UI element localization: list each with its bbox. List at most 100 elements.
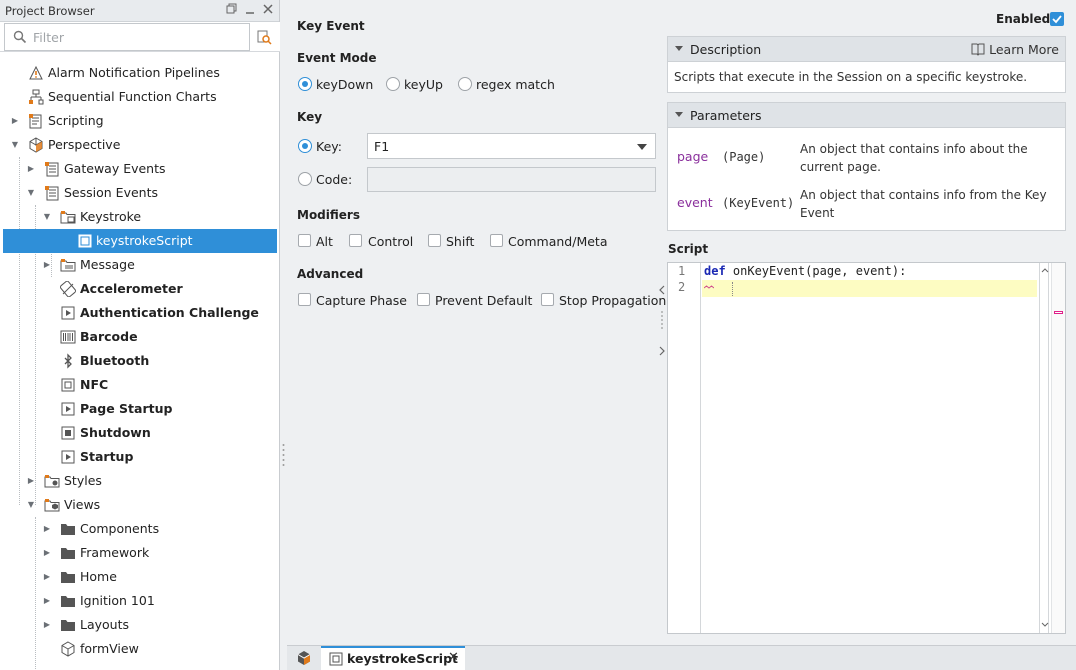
alt-checkbox[interactable] [298,234,311,247]
shift-checkbox[interactable] [428,234,441,247]
tab-keystrokescript[interactable]: keystrokeScript ✕ [321,646,465,670]
tree-item-label: Styles [64,473,102,488]
expand-icon[interactable]: ▶ [41,253,53,277]
book-icon[interactable] [971,42,985,59]
advanced-label: Advanced [297,267,364,281]
stop-propagation-checkbox[interactable] [541,293,554,306]
error-strip[interactable] [1051,263,1065,633]
capture-phase-checkbox[interactable] [298,293,311,306]
prevent-default-label[interactable]: Prevent Default [435,293,532,308]
tree-item-page-startup[interactable]: Page Startup [0,397,278,421]
command-meta-checkbox[interactable] [490,234,503,247]
learn-more-link[interactable]: Learn More [989,42,1059,57]
filter-field[interactable] [4,23,250,51]
tree-item-layouts[interactable]: ▶ Layouts [0,613,278,637]
expand-icon[interactable]: ▶ [41,565,53,589]
code-input[interactable] [367,167,656,192]
close-tab-icon[interactable]: ✕ [448,650,459,665]
tree-item-session-events[interactable]: ▼ Session Events [0,181,278,205]
key-radio-label[interactable]: Key: [316,139,342,154]
expand-icon[interactable]: ▶ [41,589,53,613]
tree-item-gateway-events[interactable]: ▶ Gateway Events [0,157,278,181]
scrollbar-track[interactable] [1039,263,1049,633]
split-pane-handle[interactable] [658,285,666,356]
keydown-radio[interactable] [298,77,312,91]
tab-label: keystrokeScript [347,651,459,666]
control-checkbox[interactable] [349,234,362,247]
collapse-icon[interactable]: ▼ [25,493,37,517]
capture-phase-label[interactable]: Capture Phase [316,293,407,308]
control-label[interactable]: Control [368,234,413,249]
collapse-caret-icon[interactable] [675,112,683,117]
tree-item-nfc[interactable]: NFC [0,373,278,397]
tree-item-keystrokescript[interactable]: keystrokeScript [3,229,277,253]
command-meta-label[interactable]: Command/Meta [508,234,608,249]
tree-item-views[interactable]: ▼ Views [0,493,278,517]
key-dropdown[interactable]: F1 [367,133,656,159]
minimize-icon[interactable] [243,3,257,17]
expand-icon[interactable]: ▶ [41,517,53,541]
tree-item-keystroke[interactable]: ▼ Keystroke [0,205,278,229]
code-radio-label[interactable]: Code: [316,172,352,187]
tree-item-styles[interactable]: ▶ Styles [0,469,278,493]
tree-item-sequential-function-charts[interactable]: Sequential Function Charts [0,85,278,109]
tree-item-alarm-notification-pipelines[interactable]: Alarm Notification Pipelines [0,61,278,85]
tree-item-framework[interactable]: ▶ Framework [0,541,278,565]
tree-item-accelerometer[interactable]: Accelerometer [0,277,278,301]
script-file-icon [329,652,343,669]
filter-input[interactable] [33,30,233,45]
tree-item-perspective[interactable]: ▼ Perspective [0,133,278,157]
tree-item-barcode[interactable]: Barcode [0,325,278,349]
tree-item-shutdown[interactable]: Shutdown [0,421,278,445]
error-marker[interactable] [1054,311,1063,314]
regex-match-radio[interactable] [458,77,472,91]
tree-item-components[interactable]: ▶ Components [0,517,278,541]
regex-match-label[interactable]: regex match [476,77,555,92]
tree-item-label: Startup [80,449,134,464]
script-editor[interactable]: 1 2 def onKeyEvent(page, event): [667,262,1066,634]
collapse-icon[interactable]: ▼ [9,133,21,157]
scroll-down-icon[interactable] [1040,620,1050,630]
parameters-header[interactable]: Parameters [668,103,1065,128]
stop-propagation-label[interactable]: Stop Propagation [559,293,666,308]
tree-item-scripting[interactable]: ▶ Scripting [0,109,278,133]
tree-item-label: keystrokeScript [96,233,193,248]
shift-label[interactable]: Shift [446,234,474,249]
close-icon[interactable] [261,3,275,17]
enabled-checkbox[interactable] [1050,12,1064,26]
restore-window-icon[interactable] [225,3,239,17]
tree-item-bluetooth[interactable]: Bluetooth [0,349,278,373]
code-radio[interactable] [298,172,312,186]
description-panel: Description Learn More Scripts that exec… [667,36,1066,93]
tree-item-ignition-101[interactable]: ▶ Ignition 101 [0,589,278,613]
keyup-label[interactable]: keyUp [404,77,443,92]
splitter-grip[interactable] [280,440,287,470]
vertical-scrollbar[interactable] [1037,263,1065,633]
locate-in-tree-icon[interactable] [256,29,272,45]
description-header[interactable]: Description Learn More [668,37,1065,62]
expand-icon[interactable]: ▶ [25,469,37,493]
tree-item-startup[interactable]: Startup [0,445,278,469]
tree-item-formview[interactable]: formView [0,637,278,661]
expand-icon[interactable]: ▶ [25,157,37,181]
keydown-label[interactable]: keyDown [316,77,373,92]
tree-item-label: Bluetooth [80,353,150,368]
alt-label[interactable]: Alt [316,234,333,249]
expand-icon[interactable]: ▶ [9,109,21,133]
expand-icon[interactable]: ▶ [41,613,53,637]
keyup-radio[interactable] [386,77,400,91]
prevent-default-checkbox[interactable] [417,293,430,306]
perspective-tab-icon[interactable] [296,650,312,669]
tree-item-authentication-challenge[interactable]: Authentication Challenge [0,301,278,325]
collapse-icon[interactable]: ▼ [25,181,37,205]
tree-item-home[interactable]: ▶ Home [0,565,278,589]
project-tree: Alarm Notification Pipelines Sequential … [0,61,278,670]
expand-icon[interactable]: ▶ [41,541,53,565]
collapse-icon[interactable]: ▼ [41,205,53,229]
key-radio[interactable] [298,139,312,153]
collapse-caret-icon[interactable] [675,46,683,51]
tree-item-message[interactable]: ▶ Message [0,253,278,277]
scroll-up-icon[interactable] [1040,266,1050,276]
parameter-description: An object that contains info from the Ke… [800,188,1047,220]
code-text: onKeyEvent(page, event): [725,264,907,278]
